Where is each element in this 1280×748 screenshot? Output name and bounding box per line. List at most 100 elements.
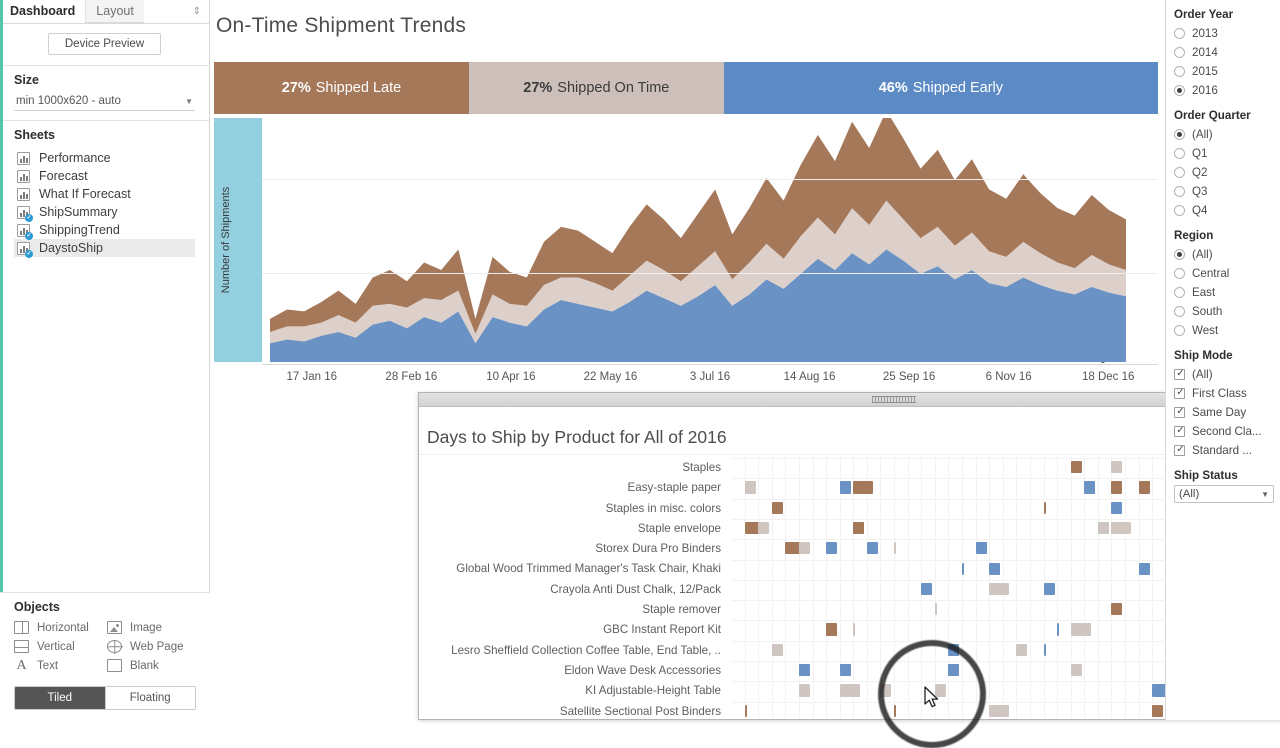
checkbox[interactable] [1174,386,1186,399]
filter-option-q4[interactable]: Q4 [1174,201,1274,220]
tab-dashboard[interactable]: Dashboard [0,0,86,23]
gantt-mark[interactable] [948,664,960,677]
gantt-mark[interactable] [744,481,756,494]
radio-button[interactable] [1174,287,1185,298]
object-web-page[interactable]: Web Page [107,640,196,653]
sort-icon[interactable]: ⇕ [185,0,209,23]
filter-option-east[interactable]: East [1174,283,1274,302]
gantt-mark[interactable] [826,542,838,555]
gantt-mark[interactable] [1070,623,1091,636]
filter-option-2015[interactable]: 2015 [1174,62,1274,81]
object-text[interactable]: A Text [14,659,103,673]
gantt-mark[interactable] [1043,582,1055,596]
gantt-mark[interactable] [798,664,810,677]
radio-button[interactable] [1174,28,1185,39]
gantt-mark[interactable] [1111,501,1123,514]
area-plot[interactable] [262,118,1158,362]
object-horizontal[interactable]: Horizontal [14,621,103,634]
gantt-mark[interactable] [894,542,897,555]
gantt-mark[interactable] [1070,461,1082,474]
kpi-shipped-on-time[interactable]: 27% Shipped On Time [468,62,724,114]
checkbox[interactable] [1174,424,1186,437]
filter-option-standard-[interactable]: Standard ... [1174,441,1274,460]
gantt-mark[interactable] [1111,521,1132,535]
radio-button[interactable] [1174,249,1185,260]
gantt-mark[interactable] [771,501,783,514]
floating-panel-titlebar[interactable]: ▼ ▼ ✕ [419,393,1280,407]
filter-option-q2[interactable]: Q2 [1174,163,1274,182]
filter-option-q3[interactable]: Q3 [1174,182,1274,201]
kpi-shipped-early[interactable]: 46% Shipped Early [723,62,1158,114]
radio-button[interactable] [1174,85,1185,96]
filter-option--all-[interactable]: (All) [1174,365,1274,384]
gantt-mark[interactable] [798,542,810,555]
object-vertical[interactable]: Vertical [14,640,103,653]
gantt-mark[interactable] [1097,521,1109,535]
checkbox[interactable] [1174,443,1186,456]
gantt-mark[interactable] [1070,664,1082,677]
gantt-mark[interactable] [961,562,964,575]
gantt-mark[interactable] [975,542,987,555]
ship-status-select[interactable]: (All) ▼ [1174,485,1274,503]
y-axis-band[interactable]: Number of Shipments [214,118,262,362]
gantt-mark[interactable] [1111,481,1123,494]
filter-option-first-class[interactable]: First Class [1174,384,1274,403]
sheet-item-forecast[interactable]: Forecast [14,167,195,185]
gantt-mark[interactable] [1057,623,1060,636]
filter-option-q1[interactable]: Q1 [1174,144,1274,163]
gantt-mark[interactable] [934,603,937,616]
filter-option-central[interactable]: Central [1174,264,1274,283]
gantt-mark[interactable] [839,684,860,697]
gantt-mark[interactable] [894,704,897,717]
gantt-chart[interactable]: Staples Easy-staple paper Staples in misc.… [419,456,1280,719]
checkbox[interactable] [1174,405,1186,418]
filter-option--all-[interactable]: (All) [1174,245,1274,264]
filter-option-west[interactable]: West [1174,321,1274,340]
object-blank[interactable]: Blank [107,659,196,672]
filter-option-2014[interactable]: 2014 [1174,43,1274,62]
gantt-mark[interactable] [853,481,874,494]
radio-button[interactable] [1174,186,1185,197]
object-image[interactable]: Image [107,621,196,634]
radio-button[interactable] [1174,66,1185,77]
drag-grip-icon[interactable] [872,396,916,403]
gantt-mark[interactable] [989,562,1001,575]
gantt-mark[interactable] [880,684,892,697]
gantt-mark[interactable] [758,521,770,535]
filter-option-2013[interactable]: 2013 [1174,24,1274,43]
radio-button[interactable] [1174,205,1185,216]
gantt-mark[interactable] [744,704,747,717]
radio-button[interactable] [1174,148,1185,159]
filter-option-same-day[interactable]: Same Day [1174,403,1274,422]
gantt-mark[interactable] [853,521,865,535]
gantt-mark[interactable] [1016,643,1028,656]
shipping-trend-chart[interactable]: Number of Shipments 050100 17 Jan 1628 F… [214,118,1158,383]
tiled-button[interactable]: Tiled [15,687,105,709]
filter-option--all-[interactable]: (All) [1174,125,1274,144]
gantt-mark[interactable] [771,643,783,656]
sheet-item-performance[interactable]: Performance [14,149,195,167]
kpi-shipped-late[interactable]: 27% Shipped Late [214,62,469,114]
gantt-mark[interactable] [826,623,838,636]
days-to-ship-floating-panel[interactable]: ▼ ▼ ✕ Days to Ship by Product for All of… [418,392,1280,720]
sheet-item-what-if-forecast[interactable]: What If Forecast [14,185,195,203]
gantt-mark[interactable] [1084,481,1096,494]
gantt-mark[interactable] [866,542,878,555]
gantt-mark[interactable] [853,623,856,636]
gantt-mark[interactable] [839,664,851,677]
device-preview-button[interactable]: Device Preview [47,33,162,55]
gantt-mark[interactable] [798,684,810,697]
filter-option-second-cla-[interactable]: Second Cla... [1174,422,1274,441]
radio-button[interactable] [1174,268,1185,279]
sheet-item-shippingtrend[interactable]: ✓ ShippingTrend [14,221,195,240]
tab-layout[interactable]: Layout [85,0,144,23]
radio-button[interactable] [1174,306,1185,317]
radio-button[interactable] [1174,167,1185,178]
filter-option-south[interactable]: South [1174,302,1274,321]
radio-button[interactable] [1174,129,1185,140]
gantt-mark[interactable] [1111,461,1123,474]
gantt-mark[interactable] [1152,704,1164,717]
filter-option-2016[interactable]: 2016 [1174,81,1274,100]
gantt-mark[interactable] [1043,643,1046,656]
gantt-mark[interactable] [989,704,1010,717]
